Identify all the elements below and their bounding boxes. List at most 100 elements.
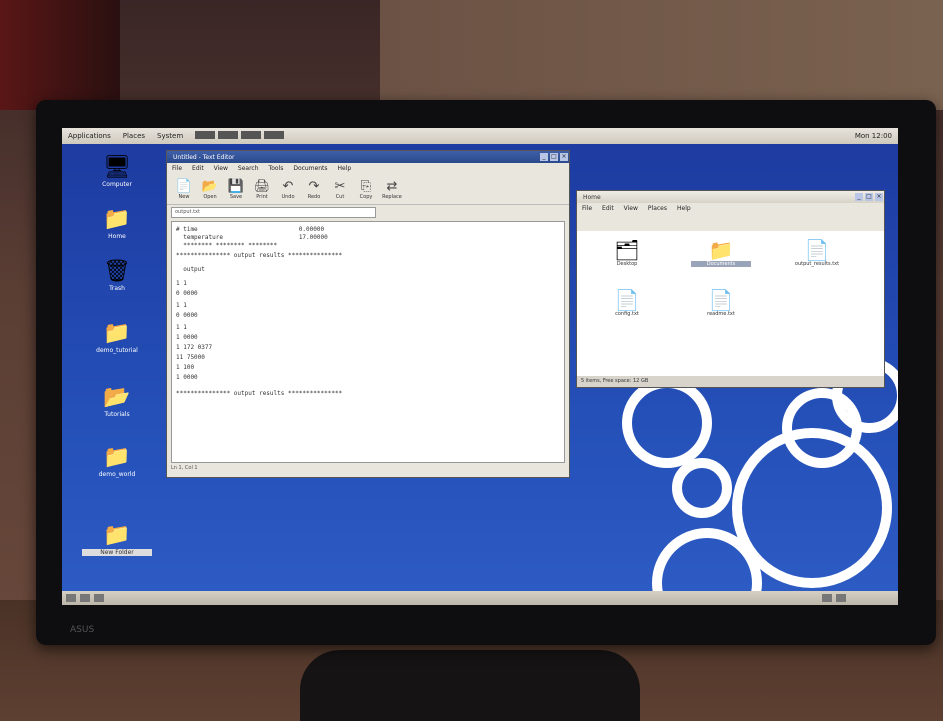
menu-file[interactable]: File [167, 165, 187, 172]
desktop-icon-demo-world[interactable]: 📁 demo_world [82, 446, 152, 479]
redo-icon: ↷ [308, 178, 320, 194]
file-item-config[interactable]: 📄 config.txt [597, 289, 657, 317]
taskbar-item[interactable] [80, 594, 90, 602]
desktop-icon-demo-tutorial[interactable]: 📁 demo_tutorial [82, 321, 152, 355]
top-panel: Applications Places System Mon 12:00 [62, 128, 898, 144]
save-button[interactable]: 💾 Save [223, 179, 249, 200]
menu-applications[interactable]: Applications [62, 132, 117, 140]
menu-documents[interactable]: Documents [288, 165, 332, 172]
close-icon[interactable]: × [560, 153, 568, 161]
wallpaper-swirl [672, 458, 732, 518]
redo-button[interactable]: ↷ Redo [301, 179, 327, 200]
launcher-icon[interactable] [218, 131, 239, 139]
editor-menubar: File Edit View Search Tools Documents He… [167, 163, 569, 174]
replace-button[interactable]: ⇄ Replace [379, 179, 405, 200]
folder-icon: 📂 [103, 385, 131, 410]
open-button[interactable]: 📂 Open [197, 179, 223, 200]
editor-line: 1 0000 [176, 334, 198, 341]
menu-search[interactable]: Search [233, 165, 264, 172]
editor-line: 1 0000 [176, 374, 198, 381]
editor-line: 1 172 0377 [176, 344, 213, 351]
editor-line: *************** output results *********… [176, 252, 343, 259]
file-item-desktop[interactable]: 🗂 Desktop [597, 239, 657, 267]
new-icon: 📄 [175, 178, 193, 194]
minimize-icon[interactable]: _ [540, 153, 548, 161]
taskbar-item[interactable] [94, 594, 104, 602]
folder-icon: 📁 [103, 523, 131, 548]
desktop-icon-computer[interactable]: 🖥 Computer [82, 155, 152, 189]
file-item-readme[interactable]: 📄 readme.txt [691, 289, 751, 317]
close-icon[interactable]: × [875, 193, 883, 201]
panel-clock[interactable]: Mon 12:00 [849, 132, 898, 140]
show-desktop-icon[interactable] [66, 594, 76, 602]
folder-icon: 🗂 [614, 238, 640, 262]
monitor-screen: Applications Places System Mon 12:00 🖥 C… [62, 128, 898, 605]
bottom-panel [62, 591, 898, 605]
computer-icon: 🖥 [103, 155, 131, 180]
desktop-icon-tutorials[interactable]: 📂 Tutorials [82, 385, 152, 419]
wallpaper-swirl [622, 378, 712, 468]
menu-edit[interactable]: Edit [597, 205, 619, 212]
file-item-documents[interactable]: 📁 Documents [691, 239, 751, 267]
menu-help[interactable]: Help [333, 165, 357, 172]
copy-icon: ⎘ [360, 178, 372, 194]
editor-toolbar: 📄 New 📂 Open 💾 Save 🖨 Print ↶ Undo ↷ Redo ✂ Cut… [167, 174, 569, 205]
text-file-icon: 📄 [614, 288, 640, 312]
text-editor-window: Untitled - Text Editor _ □ × File Edit V… [166, 150, 570, 478]
maximize-icon[interactable]: □ [865, 193, 873, 201]
workspace-switcher-icon[interactable] [822, 594, 832, 602]
menu-file[interactable]: File [577, 205, 597, 212]
editor-line: 1 1 [176, 302, 187, 309]
launcher-icon[interactable] [241, 131, 262, 139]
editor-titlebar[interactable]: Untitled - Text Editor _ □ × [167, 151, 569, 163]
desktop-icon-trash[interactable]: 🗑 Trash [82, 259, 152, 293]
launcher-icon[interactable] [195, 131, 216, 139]
menu-places[interactable]: Places [643, 205, 672, 212]
print-icon: 🖨 [253, 178, 271, 194]
file-manager-window: Home _ □ × File Edit View Places Help 🗂 … [576, 190, 885, 388]
background-wall [380, 0, 943, 110]
copy-button[interactable]: ⎘ Copy [353, 179, 379, 200]
menu-system[interactable]: System [151, 132, 189, 140]
text-file-icon: 📄 [804, 238, 830, 262]
editor-line: 0 0000 [176, 312, 198, 319]
menu-edit[interactable]: Edit [187, 165, 209, 172]
workspace-switcher-icon[interactable] [836, 594, 846, 602]
launcher-icon[interactable] [264, 131, 285, 139]
panel-launchers [189, 131, 293, 141]
desktop-icon-home[interactable]: 📁 Home [82, 207, 152, 241]
editor-statusbar: Ln 1, Col 1 [171, 465, 198, 471]
editor-line: temperature 17.00000 [176, 234, 328, 241]
menu-view[interactable]: View [619, 205, 643, 212]
editor-line: 0 0000 [176, 290, 198, 297]
trash-icon: 🗑 [103, 259, 131, 284]
editor-line: ******** ******** ******** [176, 242, 278, 249]
print-button[interactable]: 🖨 Print [249, 179, 275, 200]
replace-icon: ⇄ [386, 178, 398, 194]
folder-home-icon: 📁 [103, 207, 131, 232]
folder-icon: 📁 [708, 238, 734, 262]
file-list: 🗂 Desktop 📁 Documents 📄 output_results.t… [577, 231, 884, 381]
monitor-brand-label: ASUS [70, 625, 95, 635]
maximize-icon[interactable]: □ [550, 153, 558, 161]
folder-icon: 📁 [103, 321, 131, 346]
undo-button[interactable]: ↶ Undo [275, 179, 301, 200]
desktop-icon-new-folder[interactable]: 📁 New Folder [82, 524, 152, 556]
minimize-icon[interactable]: _ [855, 193, 863, 201]
save-icon: 💾 [227, 178, 245, 194]
cut-button[interactable]: ✂ Cut [327, 179, 353, 200]
document-tab[interactable]: output.txt [171, 207, 376, 218]
menu-tools[interactable]: Tools [264, 165, 289, 172]
filemanager-titlebar[interactable]: Home _ □ × [577, 191, 884, 203]
editor-line: 11 75000 [176, 354, 205, 361]
background-curtain [0, 0, 120, 110]
menu-view[interactable]: View [209, 165, 233, 172]
new-button[interactable]: 📄 New [171, 179, 197, 200]
editor-text-area[interactable]: # time 0.00000 temperature 17.00000 ****… [171, 221, 565, 463]
editor-line: 1 1 [176, 280, 187, 287]
menu-help[interactable]: Help [672, 205, 696, 212]
file-item-output-results[interactable]: 📄 output_results.txt [787, 239, 847, 267]
editor-line: output [176, 266, 205, 273]
menu-places[interactable]: Places [117, 132, 151, 140]
filemanager-statusbar: 5 items, Free space: 12 GB [577, 376, 884, 387]
